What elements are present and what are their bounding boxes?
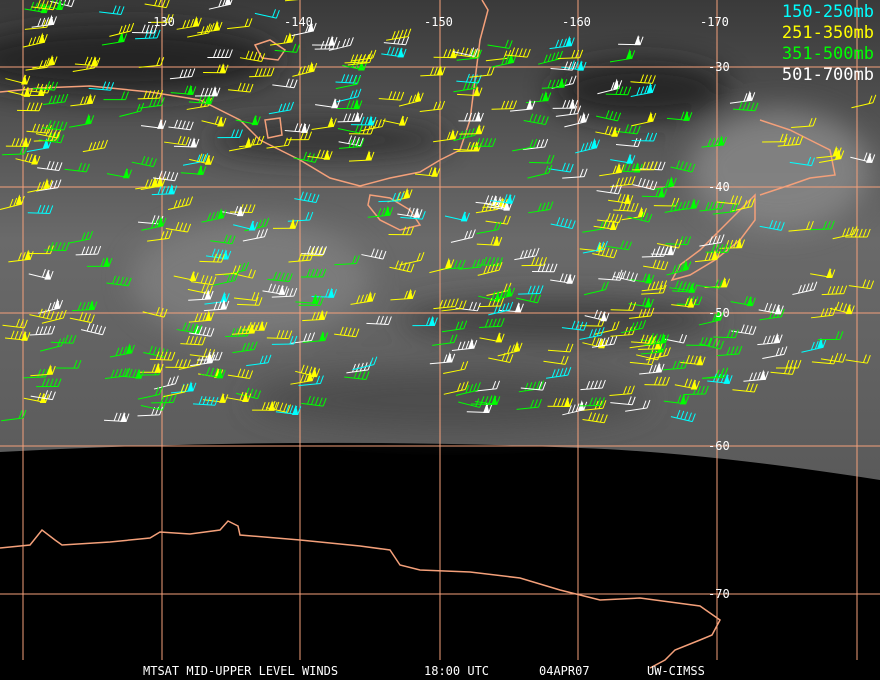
legend-item-251-350: 251-350mb: [781, 23, 874, 43]
longitude-label: -130: [146, 15, 175, 29]
caption-time: 18:00 UTC: [424, 664, 490, 678]
legend: 150-250mb 251-350mb 351-500mb 501-700mb: [782, 2, 874, 86]
caption-bar: MTSAT MID-UPPER LEVEL WINDS 18:00 UTC 04…: [0, 662, 880, 680]
satellite-wind-map: -130 -140 -150 -160 -170 -30 -40 -50 -60 -70 150-…: [0, 0, 880, 680]
longitude-label: -160: [562, 15, 591, 29]
map-canvas: -130 -140 -150 -160 -170 -30 -40 -50 -60 -70: [0, 0, 880, 669]
latitude-label: -60: [708, 439, 730, 453]
latitude-label: -40: [708, 180, 730, 194]
longitude-label: -140: [284, 15, 313, 29]
longitude-label: -170: [700, 15, 729, 29]
latitude-label: -30: [708, 60, 730, 74]
legend-item-351-500: 351-500mb: [781, 44, 874, 64]
latitude-label: -70: [708, 587, 730, 601]
legend-item-150-250: 150-250mb: [781, 2, 874, 22]
longitude-label: -150: [424, 15, 453, 29]
caption-date: 04APR07: [539, 664, 590, 678]
caption-title: MTSAT MID-UPPER LEVEL WINDS: [143, 664, 339, 678]
latitude-label: -50: [708, 306, 730, 320]
caption-source: UW-CIMSS: [647, 664, 705, 678]
legend-item-501-700: 501-700mb: [781, 65, 874, 85]
